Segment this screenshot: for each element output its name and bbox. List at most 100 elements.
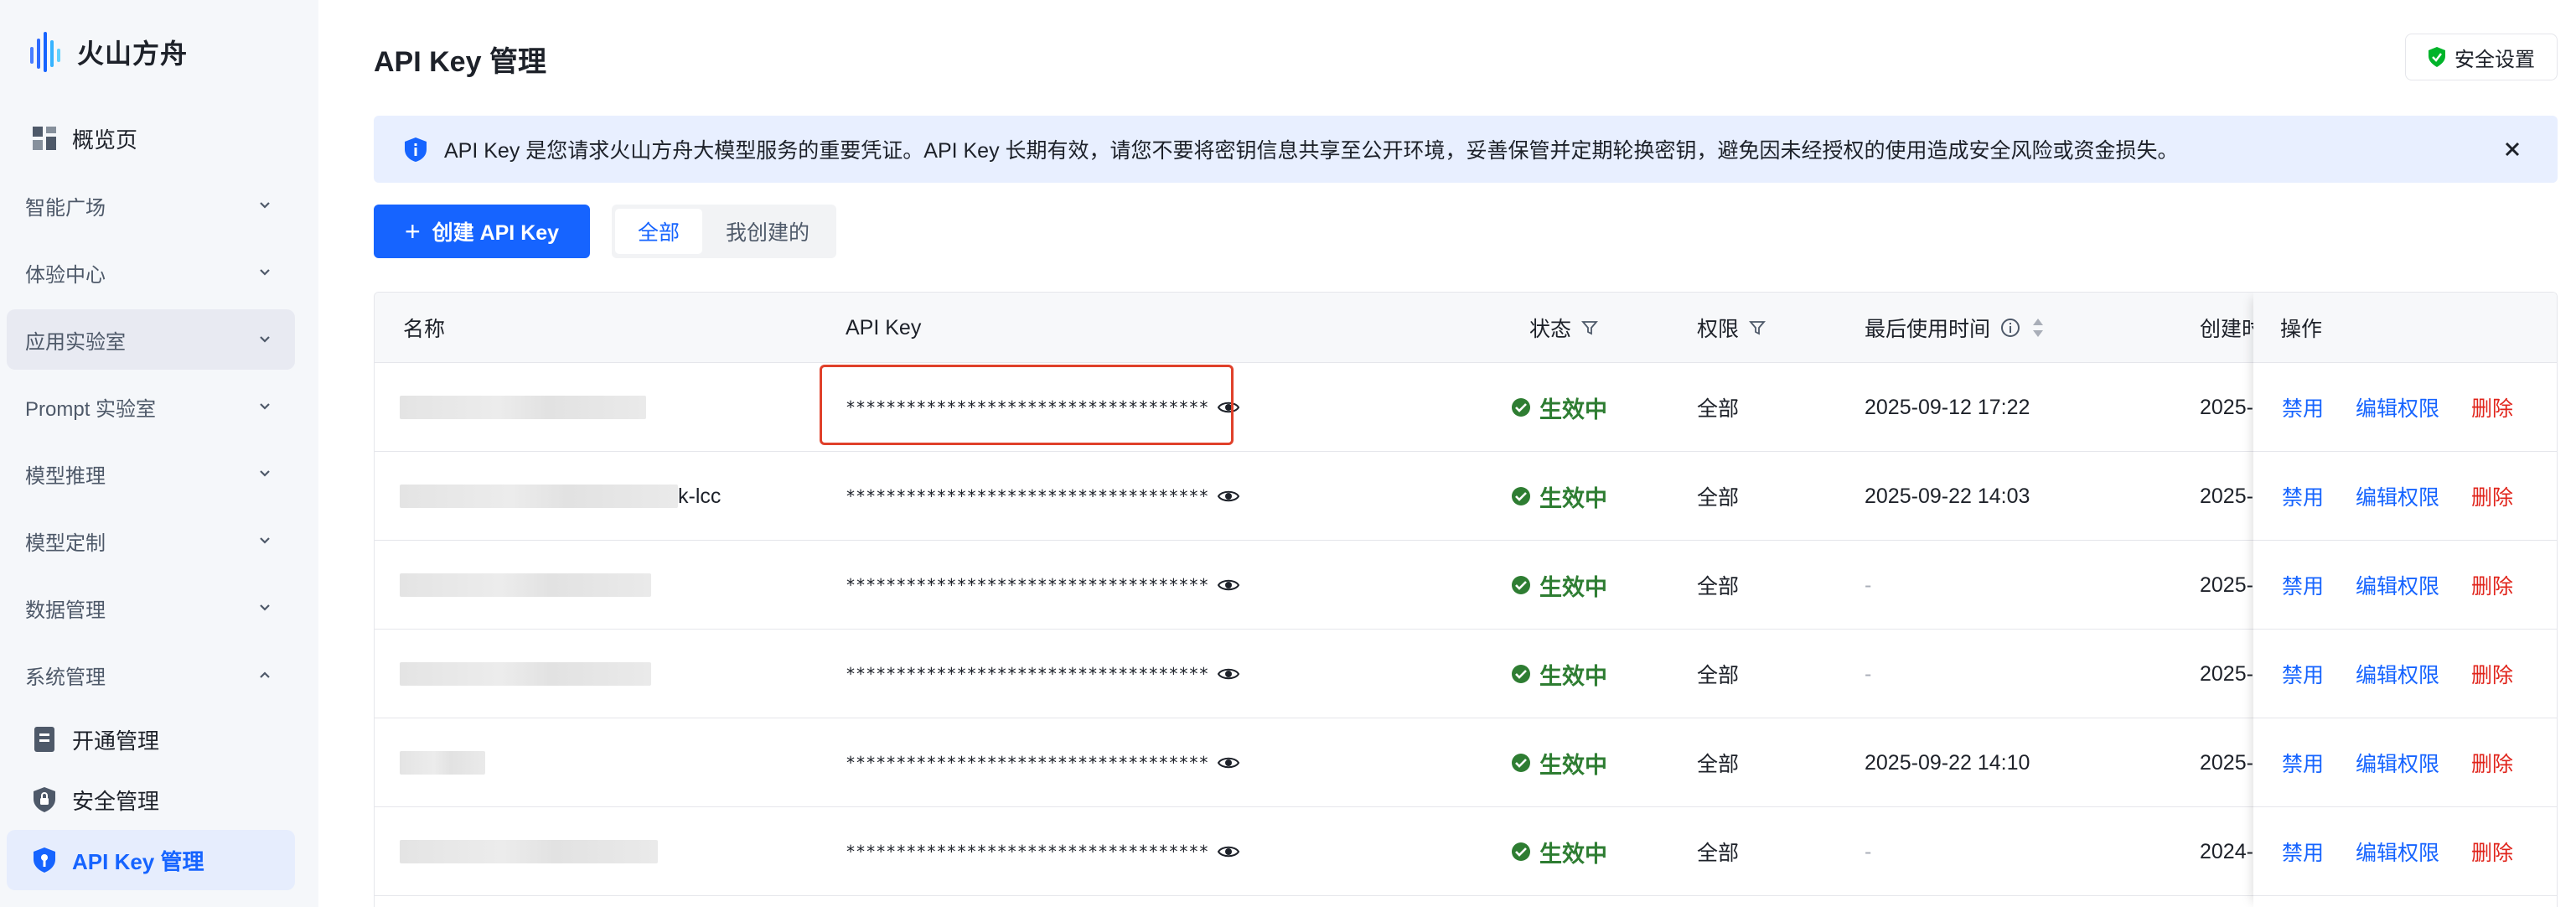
edit-permission-button[interactable]: 编辑权限 [2356,837,2439,867]
sidebar-item-system[interactable]: 系统管理 [7,645,295,705]
api-key-cell: ************************************ [846,630,1240,718]
api-key-masked: ************************************ [846,486,1209,506]
api-key-masked: ************************************ [846,664,1209,684]
table-header: 名称 API Key 状态 权限 最后使用时间 创建时间 [375,293,2557,363]
sidebar-item-customization[interactable]: 模型定制 [7,511,295,571]
sidebar-item-label: 体验中心 [25,263,106,287]
eye-icon[interactable] [1217,573,1240,597]
close-icon[interactable] [2502,139,2522,159]
last-used-cell: - [1865,573,1872,597]
sidebar-item-inference[interactable]: 模型推理 [7,443,295,504]
permission-cell: 全部 [1697,486,1740,510]
header-permission-label: 权限 [1697,318,1740,341]
edit-permission-button[interactable]: 编辑权限 [2356,748,2439,778]
api-key-cell: ************************************ [846,807,1240,896]
edit-permission-button[interactable]: 编辑权限 [2356,392,2439,422]
sidebar-item-label: 概览页 [72,127,138,153]
name-suffix: k-lcc [678,484,722,508]
permission-cell: 全部 [1697,753,1740,776]
edit-permission-button[interactable]: 编辑权限 [2356,570,2439,600]
table-row: ************************************ 生效中… [375,630,2557,718]
status-cell: 生效中 [1511,363,1607,452]
create-api-key-label: 创建 API Key [432,221,560,245]
table-row: ************************************ 生效中… [375,718,2557,807]
edit-permission-button[interactable]: 编辑权限 [2356,481,2439,511]
sidebar-item-security[interactable]: 安全管理 [7,770,295,830]
key-shield-icon [30,846,59,874]
actions-row: 禁用 编辑权限 删除 [2253,630,2557,718]
sidebar-item-data[interactable]: 数据管理 [7,578,295,638]
sidebar-item-label: 模型推理 [25,464,106,488]
eye-icon[interactable] [1217,662,1240,686]
sidebar-item-overview[interactable]: 概览页 [7,108,295,168]
delete-button[interactable]: 删除 [2471,570,2513,600]
sidebar-item-experience[interactable]: 体验中心 [7,242,295,303]
sidebar-item-label: 应用实验室 [25,330,126,354]
redacted-name [400,840,658,863]
security-settings-label: 安全设置 [2454,48,2535,71]
disable-button[interactable]: 禁用 [2282,659,2324,689]
chevron-down-icon [260,537,270,544]
permission-cell: 全部 [1697,575,1740,599]
table-row: ************************************ 生效中… [375,807,2557,896]
sort-icon[interactable] [2030,316,2046,339]
sidebar-item-label: 模型定制 [25,531,106,555]
sidebar-item-label: 安全管理 [72,788,160,814]
sidebar-item-label: 系统管理 [25,666,106,689]
delete-button[interactable]: 删除 [2471,837,2513,867]
actions-column: 操作 禁用 编辑权限 删除 禁用 编辑权限 删除 禁用 编辑权限 删除 禁用 编… [2253,293,2557,907]
disable-button[interactable]: 禁用 [2282,837,2324,867]
brand[interactable]: 火山方舟 [28,29,188,75]
sidebar-item-api-key[interactable]: API Key 管理 [7,830,295,890]
create-api-key-button[interactable]: + 创建 API Key [374,205,590,258]
permission-cell: 全部 [1697,397,1740,421]
sidebar-item-ai-plaza[interactable]: 智能广场 [7,175,295,236]
disable-button[interactable]: 禁用 [2282,570,2324,600]
delete-button[interactable]: 删除 [2471,748,2513,778]
notice-text: API Key 是您请求火山方舟大模型服务的重要凭证。API Key 长期有效，… [444,139,2179,163]
eye-icon[interactable] [1217,840,1240,863]
actions-row: 禁用 编辑权限 删除 [2253,718,2557,807]
disable-button[interactable]: 禁用 [2282,392,2324,422]
disable-button[interactable]: 禁用 [2282,748,2324,778]
status-cell: 生效中 [1511,541,1607,630]
eye-icon[interactable] [1217,485,1240,508]
actions-row: 禁用 编辑权限 删除 [2253,363,2557,452]
api-key-masked: ************************************ [846,753,1209,773]
eye-icon[interactable] [1217,751,1240,775]
name-cell [400,807,658,896]
table-row: ************************************ 生效中… [375,363,2557,452]
header-last-used-label: 最后使用时间 [1865,318,1991,341]
status-text: 生效中 [1539,752,1607,778]
disable-button[interactable]: 禁用 [2282,481,2324,511]
header-actions: 操作 [2253,293,2557,363]
info-circle-icon[interactable] [2000,318,2020,338]
name-cell [400,541,651,630]
api-key-cell: ************************************ [846,452,1240,541]
header-permission: 权限 [1697,293,1766,363]
chevron-down-icon [260,403,270,410]
filter-icon[interactable] [1581,319,1598,336]
filter-mine-tab[interactable]: 我创建的 [702,209,833,254]
sidebar-item-prompt-lab[interactable]: Prompt 实验室 [7,376,295,437]
delete-button[interactable]: 删除 [2471,481,2513,511]
status-cell: 生效中 [1511,718,1607,807]
security-settings-button[interactable]: 安全设置 [2405,34,2558,80]
sidebar-item-app-lab[interactable]: 应用实验室 [7,309,295,370]
grid-icon [30,124,59,153]
highlight-box [820,365,1234,445]
document-icon [30,725,59,754]
permission-cell: 全部 [1697,842,1740,865]
actions-row: 禁用 编辑权限 删除 [2253,807,2557,896]
redacted-name [400,396,646,419]
delete-button[interactable]: 删除 [2471,392,2513,422]
api-key-masked: ************************************ [846,842,1209,862]
page-title: API Key 管理 [374,46,546,78]
sidebar-item-activation[interactable]: 开通管理 [7,709,295,770]
delete-button[interactable]: 删除 [2471,659,2513,689]
filter-icon[interactable] [1749,319,1766,336]
edit-permission-button[interactable]: 编辑权限 [2356,659,2439,689]
status-text: 生效中 [1539,841,1607,867]
filter-all-tab[interactable]: 全部 [615,209,702,254]
sidebar: 火山方舟 概览页 智能广场 体验中心 应用实验室 Prompt 实验室 模型推理 [0,0,318,907]
